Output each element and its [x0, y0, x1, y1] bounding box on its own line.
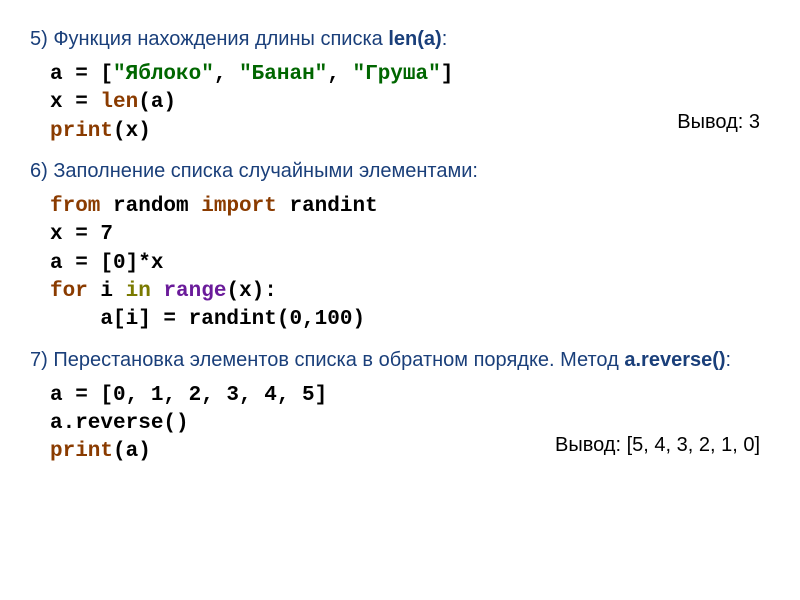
code-keyword: in [126, 280, 151, 303]
code-string: "Банан" [239, 63, 327, 86]
section7-output: Вывод: [5, 4, 3, 2, 1, 0] [555, 432, 760, 459]
code-text: a[i] = randint(0,100) [50, 308, 365, 331]
section5-output: Вывод: 3 [677, 109, 760, 136]
code-text: , [327, 63, 352, 86]
code-keyword: print [50, 440, 113, 463]
section5-funcname: len(a) [388, 28, 441, 50]
section6-title: 6) Заполнение списка случайными элемента… [30, 160, 478, 182]
code-text: (x): [226, 280, 276, 303]
section5-heading: 5) Функция нахождения длины списка len(a… [30, 28, 770, 51]
section7-funcname: a.reverse() [624, 349, 725, 371]
code-text [151, 280, 164, 303]
code-text: (a) [138, 91, 176, 114]
code-text: a = [ [50, 63, 113, 86]
code-keyword: len [100, 91, 138, 114]
code-keyword: print [50, 120, 113, 143]
code-keyword: from [50, 195, 100, 218]
code-keyword: for [50, 280, 88, 303]
section7-code: a = [0, 1, 2, 3, 4, 5] a.reverse() print… [50, 382, 770, 467]
code-text: random [100, 195, 201, 218]
section7-title-suffix: : [726, 349, 732, 371]
code-text: x = 7 [50, 223, 113, 246]
code-text: x = [50, 91, 100, 114]
code-text: a.reverse() [50, 412, 189, 435]
code-keyword: import [201, 195, 277, 218]
code-text: a = [0, 1, 2, 3, 4, 5] [50, 384, 327, 407]
section5-title-suffix: : [442, 28, 448, 50]
code-text: a = [0]*x [50, 252, 163, 275]
section6-code: from random import randint x = 7 a = [0]… [50, 193, 770, 335]
code-keyword: range [163, 280, 226, 303]
code-text: randint [277, 195, 378, 218]
section6-heading: 6) Заполнение списка случайными элемента… [30, 160, 770, 183]
code-text: (x) [113, 120, 151, 143]
code-text: ] [441, 63, 454, 86]
section5-title-prefix: 5) Функция нахождения длины списка [30, 28, 388, 50]
section7-heading: 7) Перестановка элементов списка в обрат… [30, 349, 770, 372]
code-string: "Груша" [353, 63, 441, 86]
code-text: i [88, 280, 126, 303]
section7-title-prefix: 7) Перестановка элементов списка в обрат… [30, 349, 624, 371]
code-string: "Яблоко" [113, 63, 214, 86]
code-text: (a) [113, 440, 151, 463]
code-text: , [214, 63, 239, 86]
section5-code: a = ["Яблоко", "Банан", "Груша"] x = len… [50, 61, 770, 146]
